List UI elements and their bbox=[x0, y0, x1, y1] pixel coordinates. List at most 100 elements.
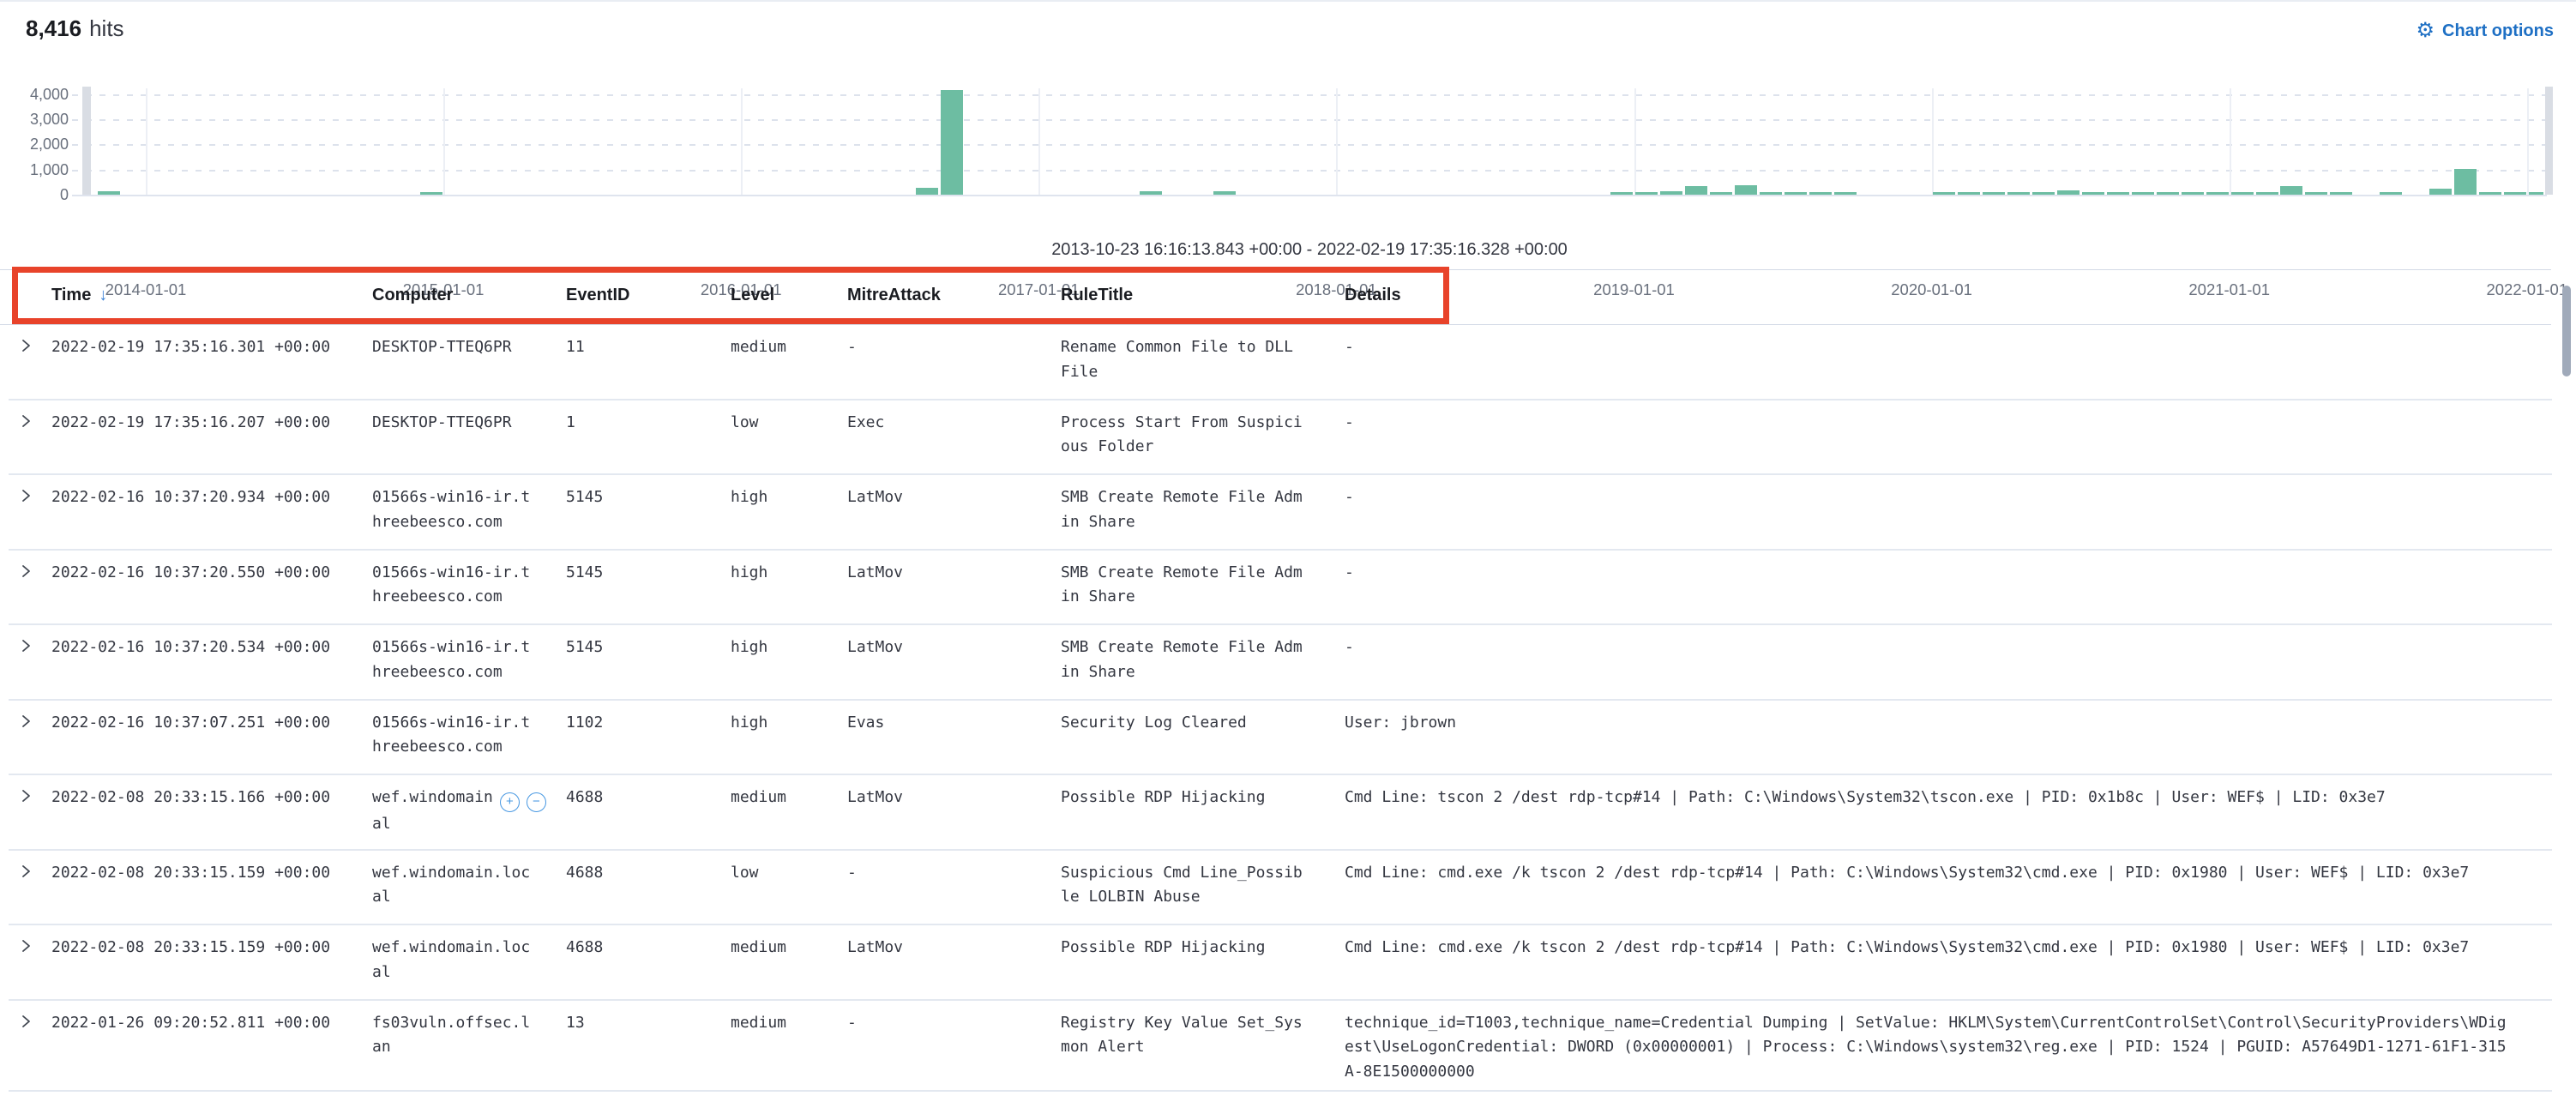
expand-row-button[interactable] bbox=[18, 413, 33, 429]
results-table-body: 2022-02-19 17:35:16.301 +00:00DESKTOP-TT… bbox=[0, 325, 2576, 1092]
chevron-right-icon bbox=[18, 938, 33, 954]
histogram-bar[interactable] bbox=[1140, 191, 1162, 195]
table-header-row: Time↓ Computer EventID Level MitreAttack Rule… bbox=[0, 267, 2576, 324]
cell-computer: 01566s-win16-ir.threebeesco.com bbox=[372, 635, 530, 684]
histogram-bar[interactable] bbox=[2330, 192, 2352, 195]
histogram-bar[interactable] bbox=[2032, 192, 2055, 195]
cell-eventid: 5145 bbox=[566, 561, 603, 586]
column-header-eventid[interactable]: EventID bbox=[566, 286, 629, 305]
cell-details: User: jbrown bbox=[1345, 711, 1456, 736]
expand-row-button[interactable] bbox=[18, 714, 33, 729]
column-header-ruletitle[interactable]: RuleTitle bbox=[1061, 286, 1133, 305]
cell-details: - bbox=[1345, 561, 1354, 586]
expand-row-button[interactable] bbox=[18, 1014, 33, 1029]
histogram-bar[interactable] bbox=[2454, 169, 2477, 195]
histogram-bar[interactable] bbox=[1685, 186, 1707, 195]
cell-details: Cmd Line: cmd.exe /k tscon 2 /dest rdp-t… bbox=[1345, 936, 2469, 961]
column-header-level[interactable]: Level bbox=[731, 286, 774, 305]
histogram-bar[interactable] bbox=[1760, 192, 1782, 195]
histogram-bar[interactable] bbox=[1635, 192, 1658, 195]
histogram-bar[interactable] bbox=[2182, 192, 2204, 195]
histogram-bar[interactable] bbox=[1710, 192, 1732, 195]
cell-details: - bbox=[1345, 635, 1354, 660]
histogram-bar[interactable] bbox=[1834, 192, 1857, 195]
expand-row-button[interactable] bbox=[18, 638, 33, 653]
histogram-bar[interactable] bbox=[1933, 192, 1955, 195]
year-gridline bbox=[2527, 88, 2529, 195]
histogram-bar[interactable] bbox=[1213, 191, 1236, 195]
histogram-bar[interactable] bbox=[1610, 192, 1633, 195]
x-axis-line bbox=[72, 195, 2547, 196]
histogram-bar[interactable] bbox=[2057, 190, 2079, 195]
column-header-details[interactable]: Details bbox=[1345, 286, 1401, 305]
histogram-bar[interactable] bbox=[2206, 192, 2229, 195]
cell-mitreattack: - bbox=[847, 861, 857, 886]
histogram-bar[interactable] bbox=[2231, 192, 2254, 195]
histogram-bar[interactable] bbox=[1660, 191, 1682, 195]
histogram-bar[interactable] bbox=[2107, 192, 2129, 195]
histogram-bar[interactable] bbox=[2479, 192, 2501, 195]
cell-eventid: 4688 bbox=[566, 936, 603, 961]
histogram-bar[interactable] bbox=[2429, 189, 2452, 195]
column-header-computer[interactable]: Computer bbox=[372, 286, 453, 305]
expand-row-button[interactable] bbox=[18, 563, 33, 579]
chart-options-button[interactable]: ⚙ Chart options bbox=[2416, 21, 2554, 41]
year-gridline bbox=[741, 88, 743, 195]
histogram-bar[interactable] bbox=[2504, 192, 2526, 195]
chevron-right-icon bbox=[18, 638, 33, 653]
cell-level: medium bbox=[731, 335, 786, 360]
sort-descending-icon[interactable]: ↓ bbox=[99, 286, 107, 304]
cell-ruletitle: SMB Create Remote File Admin Share bbox=[1061, 561, 1303, 610]
histogram-bar[interactable] bbox=[916, 188, 938, 195]
cell-ruletitle: SMB Create Remote File Admin Share bbox=[1061, 635, 1303, 684]
cell-level: high bbox=[731, 485, 767, 510]
cell-computer: DESKTOP-TTEQ6PR bbox=[372, 335, 512, 360]
histogram-partial-bucket-bar[interactable] bbox=[2545, 87, 2553, 195]
vertical-scrollbar-thumb[interactable] bbox=[2562, 286, 2571, 376]
year-gridline bbox=[443, 88, 445, 195]
column-header-time[interactable]: Time↓ bbox=[51, 286, 107, 305]
expand-row-button[interactable] bbox=[18, 864, 33, 879]
histogram-bar[interactable] bbox=[2007, 192, 2030, 195]
histogram-bar[interactable] bbox=[2529, 192, 2543, 195]
histogram-bar[interactable] bbox=[1958, 192, 1980, 195]
cell-eventid: 13 bbox=[566, 1011, 585, 1036]
chevron-right-icon bbox=[18, 488, 33, 503]
histogram-bar[interactable] bbox=[2082, 192, 2104, 195]
year-gridline bbox=[1038, 88, 1040, 195]
histogram-bar[interactable] bbox=[2280, 186, 2302, 195]
histogram-bar[interactable] bbox=[2132, 192, 2154, 195]
filter-out-value-icon[interactable]: − bbox=[527, 792, 546, 812]
cell-time: 2022-02-19 17:35:16.207 +00:00 bbox=[51, 411, 330, 436]
cell-details: Cmd Line: cmd.exe /k tscon 2 /dest rdp-t… bbox=[1345, 861, 2469, 886]
expand-row-button[interactable] bbox=[18, 338, 33, 353]
histogram-bar[interactable] bbox=[2256, 192, 2278, 195]
histogram-partial-bucket-bar[interactable] bbox=[82, 87, 91, 195]
histogram-bar[interactable] bbox=[2305, 192, 2327, 195]
cell-level: high bbox=[731, 635, 767, 660]
expand-row-button[interactable] bbox=[18, 788, 33, 804]
cell-mitreattack: LatMov bbox=[847, 561, 903, 586]
table-row: 2022-01-26 09:20:52.811 +00:00fs03vuln.o… bbox=[0, 1001, 2576, 1092]
histogram-chart[interactable]: 2014-01-012015-01-012016-01-012017-01-01… bbox=[0, 73, 2576, 232]
histogram-bar[interactable] bbox=[1809, 192, 1832, 195]
histogram-bar[interactable] bbox=[2380, 192, 2402, 195]
histogram-bar[interactable] bbox=[98, 191, 120, 195]
expand-row-button[interactable] bbox=[18, 488, 33, 503]
histogram-bar[interactable] bbox=[1735, 185, 1757, 195]
column-header-mitreattack[interactable]: MitreAttack bbox=[847, 286, 941, 305]
histogram-bar[interactable] bbox=[1785, 192, 1807, 195]
expand-row-button[interactable] bbox=[18, 938, 33, 954]
histogram-bar[interactable] bbox=[420, 192, 442, 195]
chevron-right-icon bbox=[18, 714, 33, 729]
chevron-right-icon bbox=[18, 563, 33, 579]
histogram-bar[interactable] bbox=[2157, 192, 2179, 195]
cell-eventid: 11 bbox=[566, 335, 585, 360]
histogram-bar[interactable] bbox=[941, 90, 963, 195]
chevron-right-icon bbox=[18, 788, 33, 804]
hits-count: 8,416 bbox=[26, 15, 81, 41]
cell-time: 2022-02-16 10:37:07.251 +00:00 bbox=[51, 711, 330, 736]
filter-for-value-icon[interactable]: + bbox=[500, 792, 520, 812]
histogram-bar[interactable] bbox=[1983, 192, 2005, 195]
cell-details: technique_id=T1003,technique_name=Creden… bbox=[1345, 1011, 2507, 1085]
